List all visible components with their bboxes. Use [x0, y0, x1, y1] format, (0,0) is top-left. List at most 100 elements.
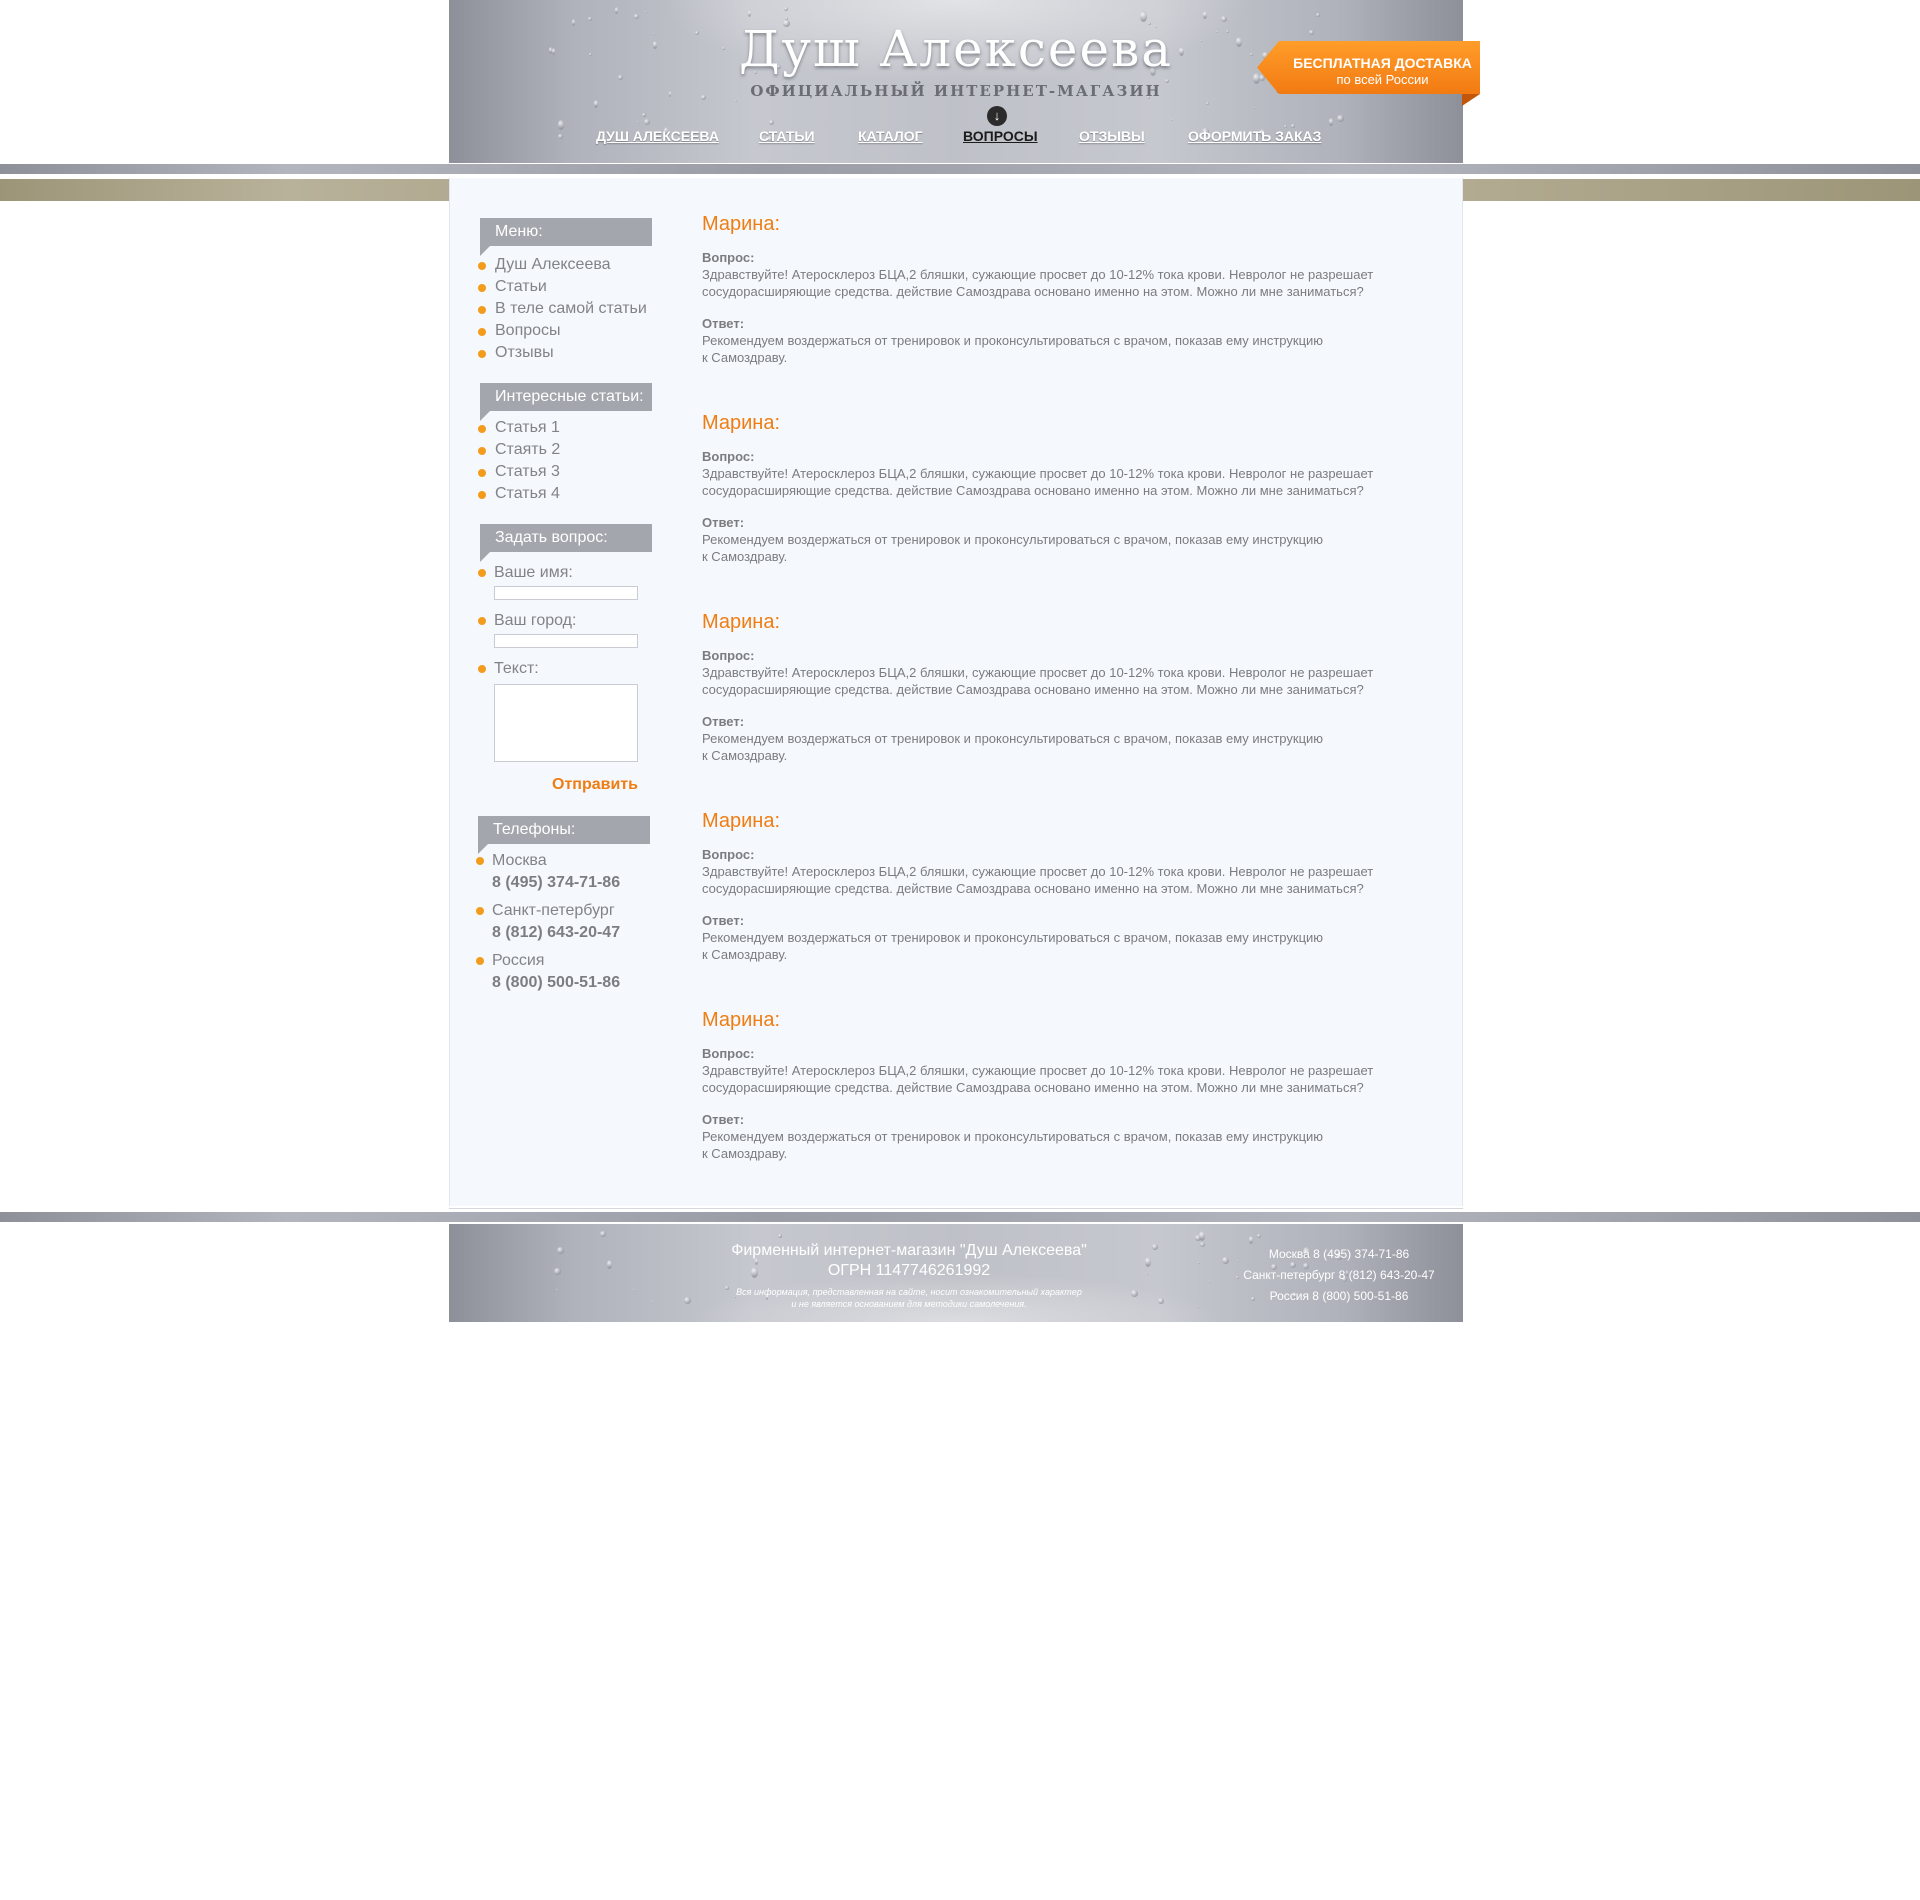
- question-author: Марина:: [702, 1009, 781, 1031]
- footer-disclaimer-line: Вся информация, представленная на сайте,…: [736, 1287, 1082, 1297]
- phone-item-moscow: Москва 8 (495) 374-71-86: [476, 850, 656, 894]
- water-drop: [651, 1301, 654, 1304]
- water-drop: [1329, 118, 1334, 127]
- name-input[interactable]: [494, 586, 638, 600]
- answer-label: Ответ:: [702, 316, 745, 331]
- phone-item-spb: Санкт-петербург 8 (812) 643-20-47: [476, 900, 656, 944]
- question-entry: Марина: Вопрос: Здравствуйте! Атеросклер…: [702, 809, 1442, 1008]
- answer-text-line: к Самоздраву.: [702, 748, 788, 763]
- question-text-line: Здравствуйте! Атеросклероз БЦА,2 бляшки,…: [702, 466, 1374, 481]
- answer-label: Ответ:: [702, 1112, 745, 1127]
- answer-text-line: Рекомендуем воздержаться от тренировок и…: [702, 333, 1324, 348]
- phone-number[interactable]: 8 (812) 643-20-47: [492, 922, 656, 944]
- water-drop: [643, 119, 650, 126]
- question-text-line: Здравствуйте! Атеросклероз БЦА,2 бляшки,…: [702, 864, 1374, 879]
- ask-question-heading: Задать вопрос:: [480, 524, 652, 562]
- water-drop: [748, 10, 752, 18]
- article-item-2[interactable]: Стаять 2: [476, 439, 656, 461]
- footer-divider: [449, 1208, 1463, 1209]
- water-drop: [557, 1247, 565, 1255]
- nav-link-reviews[interactable]: ОТЗЫВЫ: [1079, 128, 1145, 144]
- arrow-down-circle-icon: ↓: [987, 106, 1007, 126]
- water-drop: [1145, 1273, 1148, 1276]
- city-input[interactable]: [494, 634, 638, 648]
- footer-phone-spb: Санкт-петербург 8 (812) 643-20-47: [1243, 1268, 1435, 1282]
- footer-disclaimer: Вся информация, представленная на сайте,…: [689, 1286, 1129, 1310]
- question-text-line: сосудорасширяющие средства. действие Сам…: [702, 881, 1364, 896]
- question-text-line: сосудорасширяющие средства. действие Сам…: [702, 682, 1364, 697]
- question-text-line: Здравствуйте! Атеросклероз БЦА,2 бляшки,…: [702, 665, 1374, 680]
- footer-ogrn: ОГРН 1147746261992: [827, 1262, 991, 1279]
- phone-number[interactable]: 8 (495) 374-71-86: [492, 872, 656, 894]
- water-drop: [1202, 11, 1207, 20]
- answer-text-line: Рекомендуем воздержаться от тренировок и…: [702, 532, 1324, 547]
- article-item-4[interactable]: Статья 4: [476, 483, 656, 505]
- water-drop: [633, 14, 639, 20]
- question-author: Марина:: [702, 213, 781, 235]
- question-author: Марина:: [702, 412, 781, 434]
- question-text-line: сосудорасширяющие средства. действие Сам…: [702, 1080, 1364, 1095]
- phone-item-russia: Россия 8 (800) 500-51-86: [476, 950, 656, 994]
- menu-item-dush-alekseeva[interactable]: Душ Алексеева: [476, 254, 656, 276]
- water-drop: [769, 119, 775, 125]
- water-drop: [642, 113, 647, 118]
- nav-link-order[interactable]: ОФОРМИТЬ ЗАКАЗ: [1188, 128, 1321, 144]
- water-drop: [1336, 114, 1344, 122]
- question-entry: Марина: Вопрос: Здравствуйте! Атеросклер…: [702, 411, 1442, 610]
- water-drop: [1206, 102, 1210, 106]
- phones-heading: Телефоны:: [478, 816, 650, 854]
- nav-link-questions[interactable]: ВОПРОСЫ: [963, 128, 1038, 144]
- site-header: Душ Алексеева ОФИЦИАЛЬНЫЙ ИНТЕРНЕТ-МАГАЗ…: [449, 0, 1480, 163]
- article-item-3[interactable]: Статья 3: [476, 461, 656, 483]
- question-author: Марина:: [702, 810, 781, 832]
- water-drop: [1196, 1305, 1199, 1308]
- water-drop: [1254, 106, 1257, 109]
- text-field-row: Текст:: [476, 658, 656, 762]
- menu-item-reviews[interactable]: Отзывы: [476, 342, 656, 364]
- question-label: Вопрос:: [702, 1046, 755, 1061]
- phone-city: Санкт-петербург: [492, 902, 615, 919]
- water-drop: [600, 1231, 607, 1238]
- answer-text-line: Рекомендуем воздержаться от тренировок и…: [702, 731, 1324, 746]
- phones-list: Москва 8 (495) 374-71-86 Санкт-петербург…: [476, 850, 656, 994]
- question-textarea[interactable]: [494, 684, 638, 762]
- answer-text-line: к Самоздраву.: [702, 947, 788, 962]
- question-entry: Марина: Вопрос: Здравствуйте! Атеросклер…: [702, 610, 1442, 809]
- free-delivery-title: БЕСПЛАТНАЯ ДОСТАВКА: [1293, 55, 1472, 71]
- phone-city: Россия: [492, 952, 545, 969]
- nav-link-dush-alekseeva[interactable]: ДУШ АЛЕКСЕЕВА: [596, 128, 719, 144]
- questions-list: Марина: Вопрос: Здравствуйте! Атеросклер…: [702, 212, 1442, 1207]
- water-drop: [1291, 123, 1296, 128]
- phone-number[interactable]: 8 (800) 500-51-86: [492, 972, 656, 994]
- menu-item-in-article[interactable]: В теле самой статьи: [476, 298, 656, 320]
- question-text-line: Здравствуйте! Атеросклероз БЦА,2 бляшки,…: [702, 267, 1374, 282]
- article-item-1[interactable]: Статья 1: [476, 417, 656, 439]
- nav-link-articles[interactable]: СТАТЬИ: [759, 128, 815, 144]
- menu-item-articles[interactable]: Статьи: [476, 276, 656, 298]
- question-text-line: сосудорасширяющие средства. действие Сам…: [702, 284, 1364, 299]
- water-drop: [1199, 1241, 1205, 1247]
- answer-text-line: к Самоздраву.: [702, 1146, 788, 1161]
- water-drop: [1144, 1257, 1151, 1268]
- question-label: Вопрос:: [702, 648, 755, 663]
- nav-link-catalog[interactable]: КАТАЛОГ: [858, 128, 923, 144]
- water-drop: [615, 6, 619, 14]
- delivery-badge-fold: [1462, 94, 1480, 106]
- water-drop: [1199, 1231, 1206, 1242]
- water-drop: [553, 1267, 561, 1275]
- water-drop: [1131, 1289, 1139, 1297]
- water-drop: [1151, 1244, 1158, 1251]
- answer-label: Ответ:: [702, 714, 745, 729]
- phone-city: Москва: [492, 852, 547, 869]
- menu-list: Душ Алексеева Статьи В теле самой статьи…: [476, 254, 656, 364]
- question-text-line: Здравствуйте! Атеросклероз БЦА,2 бляшки,…: [702, 1063, 1374, 1078]
- water-drop: [637, 120, 640, 123]
- footer-title: Фирменный интернет-магазин "Душ Алексеев…: [731, 1242, 1087, 1259]
- sidebar: Меню: Душ Алексеева Статьи В теле самой …: [476, 218, 656, 994]
- menu-item-questions[interactable]: Вопросы: [476, 320, 656, 342]
- water-drop: [645, 11, 648, 14]
- city-field-label: Ваш город:: [494, 612, 577, 629]
- main-nav: ДУШ АЛЕКСЕЕВА СТАТЬИ КАТАЛОГ ВОПРОСЫ ОТЗ…: [449, 128, 1463, 150]
- question-author: Марина:: [702, 611, 781, 633]
- submit-question-button[interactable]: Отправить: [552, 776, 638, 794]
